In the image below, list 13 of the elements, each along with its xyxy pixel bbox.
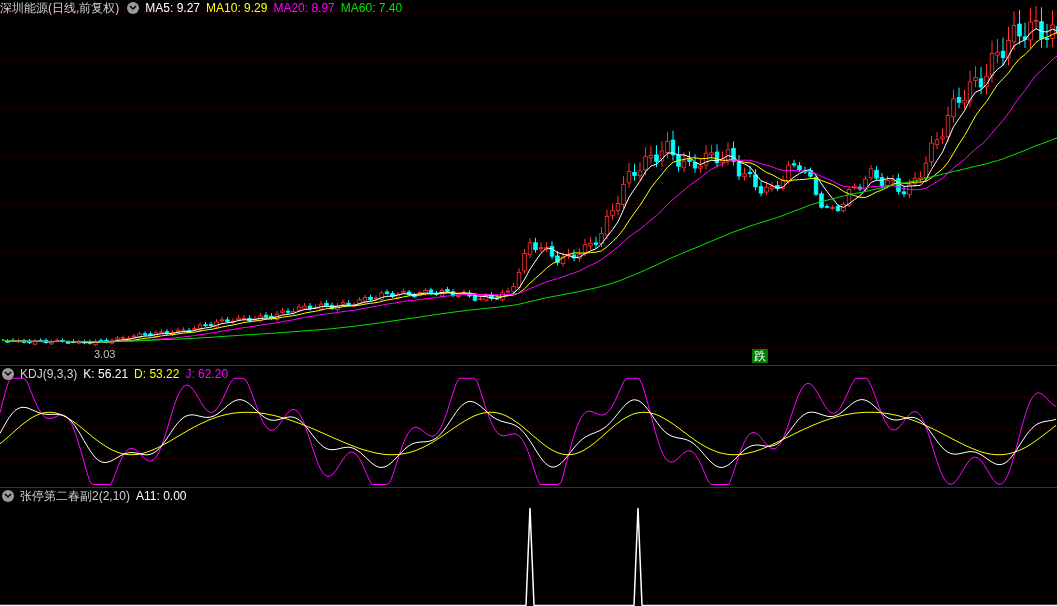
panel-title: 张停第二春副2(2,10) — [20, 488, 131, 504]
indicator-value: MA20: 8.97 — [273, 0, 335, 16]
indicator-value: MA10: 9.29 — [206, 0, 268, 16]
indicator-value: MA60: 7.40 — [340, 0, 403, 16]
indicator-value: J: 62.20 — [185, 366, 229, 382]
indicator-value: A11: 0.00 — [136, 488, 187, 504]
indicator-value: MA5: 9.27 — [145, 0, 201, 16]
signal-label: 跌 — [752, 349, 768, 363]
panel-title: KDJ(9,3,3) — [20, 366, 78, 382]
indicator-value: D: 53.22 — [134, 366, 180, 382]
low-price-label: 3.03 — [94, 348, 116, 361]
indicator-value: K: 56.21 — [83, 366, 129, 382]
panel-title: 深圳能源(日线,前复权) — [0, 0, 120, 16]
